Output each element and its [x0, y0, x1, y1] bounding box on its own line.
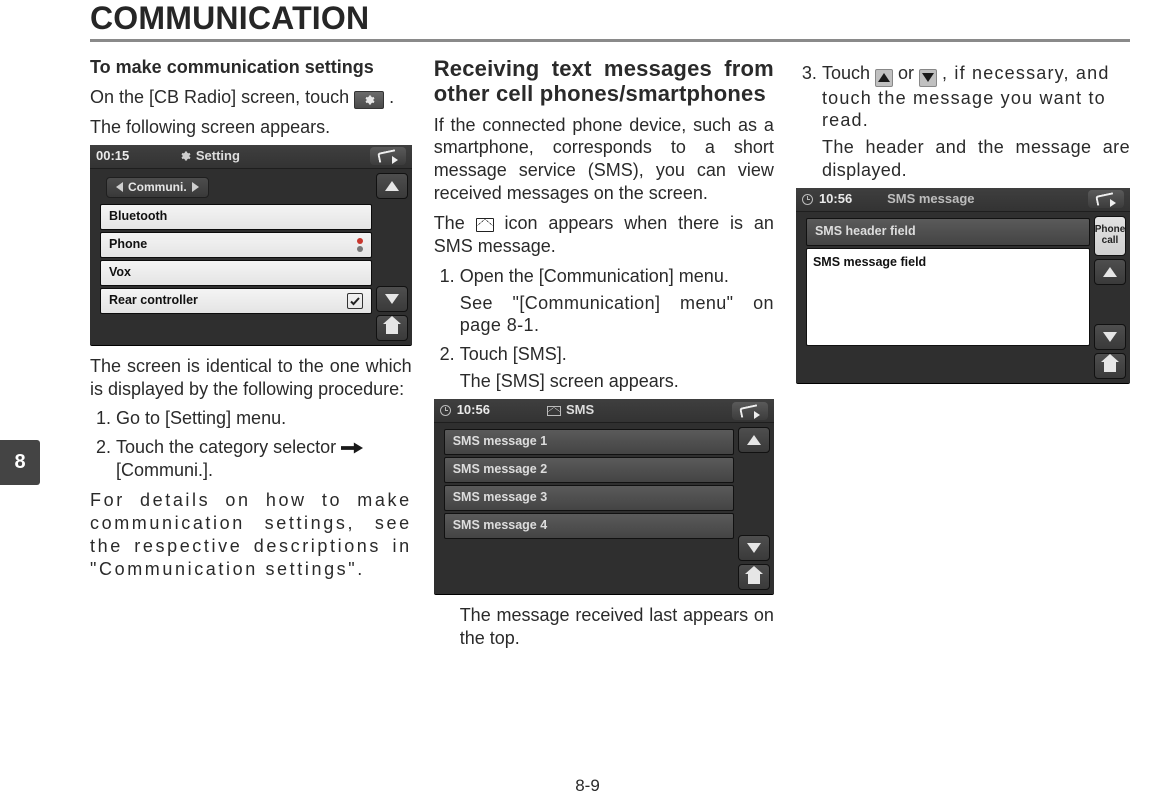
screenshot-sms-list: 10:56 SMS SMS message 1 SMS message 2 SM…	[434, 399, 774, 594]
list-item[interactable]: Bluetooth	[100, 204, 372, 230]
step-text: Open the [Communication] menu.	[460, 266, 729, 286]
selector-label: Communi.	[128, 180, 187, 195]
intro-text-1a: On the [CB Radio] screen, touch	[90, 87, 354, 107]
step-item: Go to [Setting] menu.	[116, 407, 412, 430]
p2: The icon appears when there is an SMS me…	[434, 212, 774, 258]
sms-message-field: SMS message field	[806, 248, 1090, 346]
screenshot-settings: 00:15 Setting Communi. Bluetooth	[90, 145, 412, 345]
list-item-label: SMS message 4	[453, 518, 548, 534]
s3b: or	[898, 63, 919, 83]
clock-icon	[802, 194, 813, 205]
topbar-title: SMS	[566, 402, 594, 419]
s3a: Touch	[822, 63, 875, 83]
scroll-down-button[interactable]	[738, 535, 770, 561]
triangle-up-icon	[875, 69, 893, 87]
after-shot-text-2: The message received last appears on the…	[434, 604, 774, 650]
triangle-down-icon	[919, 69, 937, 87]
step-text-b: [Communi.].	[116, 460, 213, 480]
section-heading-1: To make communication settings	[90, 56, 412, 79]
step-item: Touch [SMS]. The [SMS] screen appears.	[460, 343, 774, 393]
page-title: COMMUNICATION	[90, 0, 1130, 37]
list-item-label: Rear controller	[109, 293, 198, 309]
outro-text: For details on how to make communication…	[90, 489, 412, 580]
chevron-right-icon	[192, 182, 199, 192]
scroll-up-button[interactable]	[376, 173, 408, 199]
step-after: The [SMS] screen appears.	[460, 370, 774, 393]
page-number: 8-9	[0, 776, 1175, 796]
home-button[interactable]	[1094, 353, 1126, 379]
list-item[interactable]: Rear controller	[100, 288, 372, 314]
list-item-label: SMS message 3	[453, 490, 548, 506]
triangle-up-icon	[1103, 267, 1117, 277]
step-text: Touch [SMS].	[460, 344, 567, 364]
chevron-left-icon	[116, 182, 123, 192]
sms-header-field: SMS header field	[806, 218, 1090, 246]
p2a: The	[434, 213, 476, 233]
triangle-down-icon	[1103, 332, 1117, 342]
intro-line-2: The following screen appears.	[90, 116, 412, 139]
scroll-up-button[interactable]	[1094, 259, 1126, 285]
list-item[interactable]: SMS message 3	[444, 485, 734, 511]
topbar-title: Setting	[196, 148, 240, 165]
list-item[interactable]: Vox	[100, 260, 372, 286]
step-after: The header and the message are displayed…	[822, 136, 1130, 182]
clock-text: 10:56	[819, 191, 852, 208]
back-button[interactable]	[370, 147, 406, 165]
gear-icon	[179, 150, 191, 162]
list-item[interactable]: SMS message 1	[444, 429, 734, 455]
step-item: Open the [Communication] menu. See "[Com…	[460, 265, 774, 338]
intro-text-1b: .	[389, 87, 394, 107]
list-item-label: SMS message 1	[453, 434, 548, 450]
back-button[interactable]	[1088, 190, 1124, 208]
topbar-title: SMS message	[887, 191, 974, 208]
envelope-icon	[547, 406, 561, 416]
screenshot-sms-message: 10:56 SMS message SMS header field SMS m…	[796, 188, 1130, 383]
home-icon	[386, 324, 398, 334]
title-rule	[90, 39, 1130, 42]
list-item[interactable]: SMS message 2	[444, 457, 734, 483]
arrow-right-icon	[341, 440, 363, 456]
step-after: See "[Communication] menu" on page 8-1.	[460, 292, 774, 338]
gear-icon	[354, 91, 384, 109]
scroll-down-button[interactable]	[1094, 324, 1126, 350]
intro-line-1: On the [CB Radio] screen, touch .	[90, 86, 412, 109]
phone-call-button[interactable]: Phone call	[1094, 216, 1126, 256]
list-item-label: SMS message 2	[453, 462, 548, 478]
list-item[interactable]: Phone	[100, 232, 372, 258]
home-icon	[748, 574, 760, 584]
list-item-label: Bluetooth	[109, 209, 167, 225]
section-heading-2: Receiving text messages from other cell …	[434, 56, 774, 107]
p1: If the connected phone device, such as a…	[434, 114, 774, 205]
step-text: Go to [Setting] menu.	[116, 408, 286, 428]
list-item-label: Phone	[109, 237, 147, 253]
home-button[interactable]	[738, 564, 770, 590]
category-selector[interactable]: Communi.	[106, 177, 209, 198]
status-dot-icon	[357, 246, 363, 252]
list-item[interactable]: SMS message 4	[444, 513, 734, 539]
home-button[interactable]	[376, 315, 408, 341]
clock-text: 10:56	[457, 402, 490, 419]
scroll-down-button[interactable]	[376, 286, 408, 312]
step-item: Touch the category selector [Communi.].	[116, 436, 412, 482]
list-item-label: Vox	[109, 265, 131, 281]
clock-icon	[440, 405, 451, 416]
back-button[interactable]	[732, 402, 768, 420]
triangle-up-icon	[747, 435, 761, 445]
triangle-up-icon	[385, 181, 399, 191]
checkbox-checked-icon	[347, 293, 363, 309]
envelope-icon	[476, 218, 494, 232]
chapter-tab: 8	[0, 440, 40, 485]
scroll-up-button[interactable]	[738, 427, 770, 453]
step-item: Touch or , if necessary, and touch the m…	[822, 62, 1130, 182]
triangle-down-icon	[385, 294, 399, 304]
after-shot-text: The screen is identical to the one which…	[90, 355, 412, 401]
home-icon	[1104, 362, 1116, 372]
step-text-a: Touch the category selector	[116, 437, 341, 457]
phone-call-label-2: call	[1102, 236, 1119, 247]
clock-text: 00:15	[96, 148, 129, 165]
status-dot-icon	[357, 238, 363, 244]
triangle-down-icon	[747, 543, 761, 553]
